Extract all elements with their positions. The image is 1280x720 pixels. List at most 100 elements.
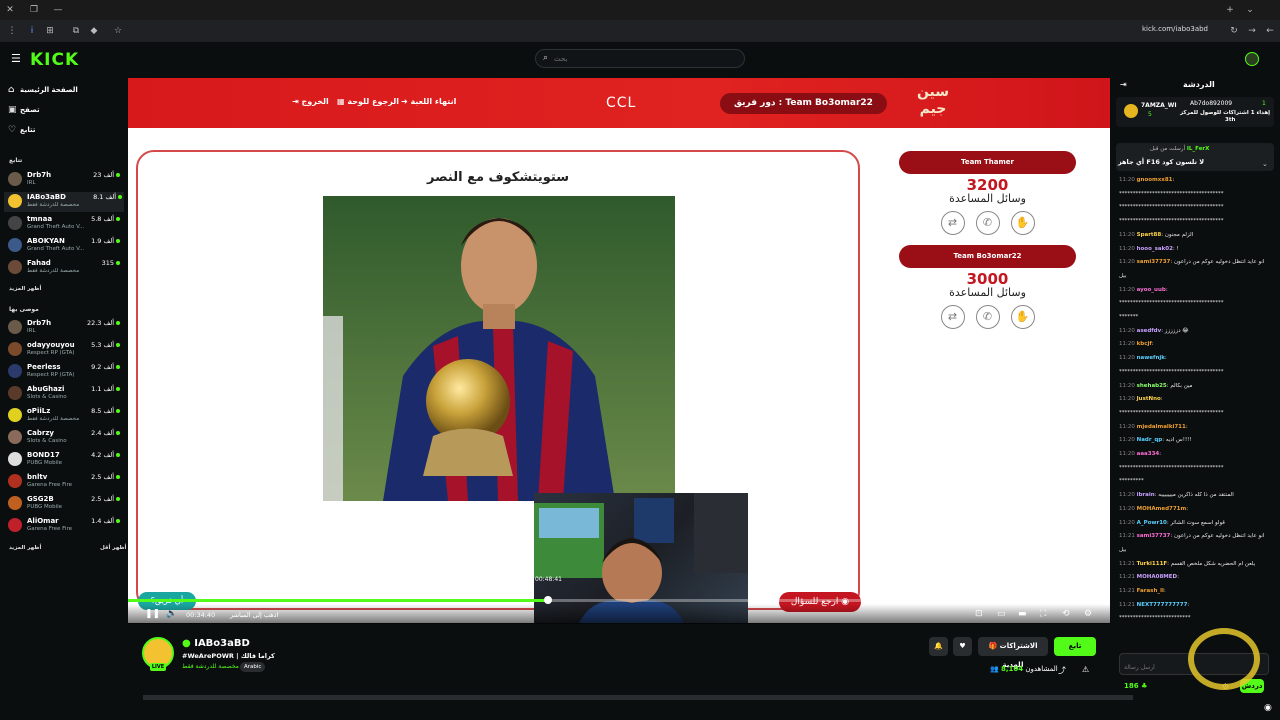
chat-username[interactable]: asedfdv: [1137, 328, 1162, 334]
chat-username[interactable]: sami37737: [1137, 259, 1171, 265]
address-bar-url[interactable]: kick.com/iabo3abd: [1142, 25, 1208, 33]
chat-username[interactable]: MOHA08MED: [1137, 574, 1177, 580]
chat-message: 11:20 nawefnjk:: [1119, 355, 1167, 362]
fullscreen-icon[interactable]: ⛶: [1040, 609, 1046, 619]
new-tab-icon[interactable]: +: [1224, 4, 1236, 16]
nav-browse[interactable]: ▣ تصفح: [8, 105, 40, 115]
sidebar-channel[interactable]: ABOKYAN Grand Theft Auto V... 1.9 ألف: [8, 236, 122, 256]
swap-icon[interactable]: ⇄: [940, 211, 965, 235]
chat-username[interactable]: ibrain: [1137, 492, 1155, 498]
menu-dots-icon[interactable]: ⋮: [6, 25, 18, 37]
trophy-icon: [1124, 104, 1138, 118]
show-more-recommended[interactable]: أظهر المزيد: [9, 545, 41, 551]
show-more-following[interactable]: أظهر المزيد: [9, 286, 41, 292]
swap-icon[interactable]: ⇄: [940, 305, 965, 329]
report-icon[interactable]: ⚠: [1082, 665, 1089, 674]
chat-username[interactable]: A_Powr10: [1137, 520, 1167, 526]
chat-username[interactable]: MOHAmed771m: [1137, 506, 1187, 512]
end-game-button[interactable]: ➜ انتهاء اللعبة: [401, 97, 456, 106]
nav-home[interactable]: ⌂ الصفحة الرئيسية: [8, 85, 78, 95]
chat-username[interactable]: Farash_ll: [1137, 588, 1164, 594]
gift-subs-button[interactable]: 🎁 الاشتراكات للهدية: [978, 637, 1048, 669]
sidebar-channel[interactable]: Fahad مخصصة للدردشة فقط 315: [8, 258, 122, 278]
tab-search-icon[interactable]: ⌄: [1244, 4, 1256, 16]
sidebar-channel[interactable]: AbuGhazi Slots & Casino 1.1 ألف: [8, 384, 122, 404]
chevron-down-icon[interactable]: ⌄: [1262, 160, 1268, 168]
chat-username[interactable]: JustNno: [1137, 396, 1161, 402]
chat-username[interactable]: hooo_sak02: [1137, 246, 1173, 252]
extension-icon[interactable]: ◆: [88, 25, 100, 37]
chat-username[interactable]: gnoomxx81: [1137, 177, 1173, 183]
target-icon[interactable]: ◉: [1264, 703, 1272, 713]
chat-username[interactable]: Turki111F: [1137, 561, 1168, 567]
sidebar-channel[interactable]: tmnaa Grand Theft Auto V... 5.8 ألف: [8, 214, 122, 234]
minimize-window-icon[interactable]: —: [52, 4, 64, 16]
sidebar-channel-active[interactable]: IABo3aBD مخصصة للدردشة فقط 8.1 ألف: [4, 192, 124, 212]
nav-following-label: تتابع: [20, 126, 36, 134]
nav-following[interactable]: ♡ تتابع: [8, 125, 36, 135]
chat-username[interactable]: Spart88: [1137, 232, 1162, 238]
heart-button[interactable]: ♥: [953, 637, 972, 656]
bookmark-star-icon[interactable]: ☆: [112, 25, 124, 37]
back-to-board-button[interactable]: ▦ الرجوع للوحة: [337, 97, 399, 106]
sidebar-channel[interactable]: Drb7h IRL 22.3 ألف: [8, 318, 122, 338]
cast-icon[interactable]: ⟲: [1062, 609, 1070, 619]
phone-icon[interactable]: ✆: [975, 305, 1000, 329]
sidebar-channel[interactable]: Peerless Respect RP (GTA) 9.2 ألف: [8, 362, 122, 382]
info-icon[interactable]: i: [26, 25, 38, 37]
chat-username[interactable]: nawefnjk: [1137, 355, 1165, 361]
stream-category[interactable]: مخصصة للدردشة فقط: [182, 663, 239, 670]
progress-handle[interactable]: [544, 596, 552, 604]
forward-icon[interactable]: →: [1246, 25, 1258, 37]
back-icon[interactable]: ←: [1264, 25, 1276, 37]
sidebar-channel[interactable]: oPiiLz مخصصة للدردشة فقط 8.5 ألف: [8, 406, 122, 426]
chat-username[interactable]: shehab25: [1137, 383, 1167, 389]
sidebar-channel[interactable]: Cabrzy Slots & Casino 2.4 ألف: [8, 428, 122, 448]
extensions-icon[interactable]: ⊞: [44, 25, 56, 37]
language-tag[interactable]: Arabic: [240, 662, 266, 672]
sidebar-channel[interactable]: Drb7h IRL 23 ألف: [8, 170, 122, 190]
chat-username[interactable]: aaa334: [1137, 451, 1160, 457]
kick-logo[interactable]: KICK: [30, 50, 79, 70]
sidebar-channel[interactable]: bnltv Garena Free Fire 2.5 ألف: [8, 472, 122, 492]
live-dot: [116, 173, 120, 177]
hand-icon[interactable]: ✋: [1010, 211, 1035, 235]
close-window-icon[interactable]: ✕: [4, 4, 16, 16]
show-less-recommended[interactable]: أظهر أقل: [100, 545, 126, 551]
search-box[interactable]: ⌕: [535, 49, 745, 68]
reload-icon[interactable]: ↻: [1228, 25, 1240, 37]
sidebar-channel[interactable]: GSG2B PUBG Mobile 2.5 ألف: [8, 494, 122, 514]
sidebar-channel[interactable]: AliOmar Garena Free Fire 1.4 ألف: [8, 516, 122, 536]
settings-gear-icon[interactable]: ⚙: [1084, 609, 1092, 619]
chat-username[interactable]: kbcjf: [1137, 341, 1152, 347]
follow-button[interactable]: تابع: [1054, 637, 1096, 656]
notification-button[interactable]: 🔔: [929, 637, 948, 656]
volume-icon[interactable]: 🔈: [166, 609, 177, 619]
phone-icon[interactable]: ✆: [975, 211, 1000, 235]
hamburger-menu-icon[interactable]: ☰: [11, 52, 21, 65]
pip-icon[interactable]: ▭: [997, 609, 1006, 619]
copy-icon[interactable]: ⧉: [70, 25, 82, 37]
search-input[interactable]: [554, 52, 734, 66]
streamer-name[interactable]: ● IABo3aBD: [182, 638, 250, 649]
exit-button[interactable]: ⇥ الخروج: [292, 97, 329, 106]
go-live-button[interactable]: اذهب إلى المباشر: [230, 611, 278, 619]
sidebar-channel[interactable]: BOND17 PUBG Mobile 4.2 ألف: [8, 450, 122, 470]
collapse-chat-icon[interactable]: ⇥: [1120, 80, 1127, 89]
share-icon[interactable]: ⤴: [1058, 665, 1066, 676]
chat-username[interactable]: Nadr_qp: [1137, 437, 1163, 443]
viewers-label: المشاهدون: [1025, 665, 1058, 673]
chat-username[interactable]: sami37737: [1137, 533, 1171, 539]
sidebar-channel[interactable]: odayyouyou Respect RP (GTA) 5.3 ألف: [8, 340, 122, 360]
chat-username[interactable]: mjedalmalki711: [1137, 424, 1186, 430]
hand-icon[interactable]: ✋: [1010, 305, 1035, 329]
restore-window-icon[interactable]: ❐: [28, 4, 40, 16]
chat-username[interactable]: ayoo_uub: [1137, 287, 1166, 293]
pause-icon[interactable]: ❚❚: [145, 609, 160, 619]
channel-viewers: 1.1 ألف: [91, 385, 120, 393]
theater-icon[interactable]: ▬: [1018, 609, 1027, 619]
channel-points[interactable]: 186 ♣: [1124, 682, 1147, 690]
clip-icon[interactable]: ⊡: [975, 609, 983, 619]
user-avatar[interactable]: [1245, 52, 1259, 66]
chat-username[interactable]: NEXT777777777: [1137, 602, 1188, 608]
